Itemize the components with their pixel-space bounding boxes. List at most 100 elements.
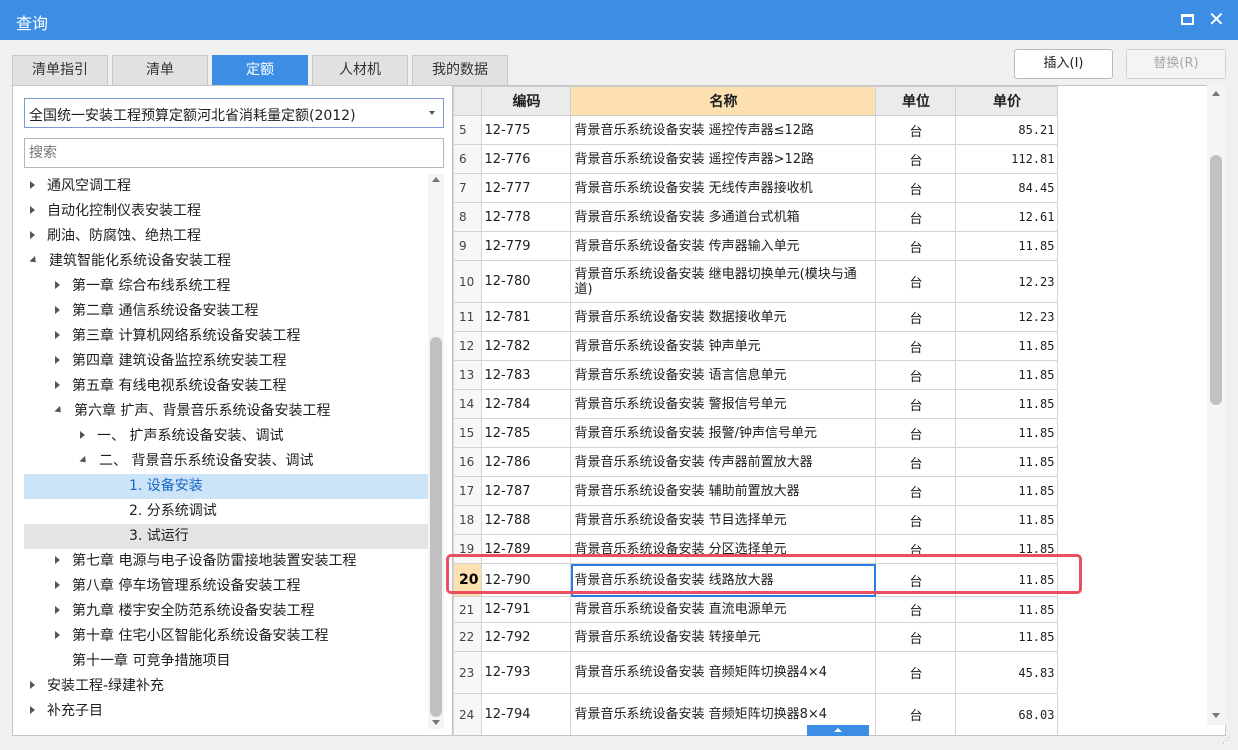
table-row[interactable]: 13 12-783 背景音乐系统设备安装 语言信息单元台 11.85 <box>453 360 1059 390</box>
tree-item[interactable]: 一、 扩声系统设备安装、调试 <box>80 424 283 449</box>
tree-item[interactable]: 第九章 楼宇安全防范系统设备安装工程 <box>55 599 314 624</box>
collapse-arrow-icon[interactable] <box>29 255 39 265</box>
tree-item-selected[interactable]: 1. 设备安装 <box>24 474 428 499</box>
tree-item[interactable]: 刷油、防腐蚀、绝热工程 <box>30 224 201 249</box>
tree-item[interactable]: 3. 试运行 <box>24 524 428 549</box>
tree-item[interactable]: 第七章 电源与电子设备防雷接地装置安装工程 <box>55 549 356 574</box>
unit-cell: 台 <box>875 651 957 694</box>
quota-library-select[interactable]: 全国统一安装工程预算定额河北省消耗量定额(2012) <box>24 98 444 128</box>
maximize-icon[interactable] <box>1181 14 1194 25</box>
table-row[interactable]: 8 12-778 背景音乐系统设备安装 多通道台式机箱台 12.61 <box>453 202 1059 232</box>
expand-arrow-icon[interactable] <box>55 606 60 614</box>
scroll-up-icon[interactable] <box>432 177 440 182</box>
table-row[interactable]: 22 12-792 背景音乐系统设备安装 转接单元台 11.85 <box>453 622 1059 652</box>
tree-item[interactable]: 第五章 有线电视系统设备安装工程 <box>55 374 286 399</box>
collapse-arrow-icon[interactable] <box>79 455 89 465</box>
row-number: 10 <box>453 260 483 303</box>
tree-item[interactable]: 第六章 扩声、背景音乐系统设备安装工程 <box>54 399 330 424</box>
table-row[interactable]: 16 12-786 背景音乐系统设备安装 传声器前置放大器台 11.85 <box>453 447 1059 477</box>
table-row[interactable]: 10 12-780 背景音乐系统设备安装 继电器切换单元(模块与通道) 台 12.23 <box>453 260 1059 303</box>
table-row[interactable]: 9 12-779 背景音乐系统设备安装 传声器输入单元台 11.85 <box>453 231 1059 261</box>
expand-arrow-icon[interactable] <box>55 306 60 314</box>
replace-button[interactable]: 替换(R) <box>1126 49 1226 79</box>
expand-arrow-icon[interactable] <box>55 631 60 639</box>
tree-item[interactable]: 第十一章 可竞争措施项目 <box>55 649 230 674</box>
table-row[interactable]: 14 12-784 背景音乐系统设备安装 警报信号单元台 11.85 <box>453 389 1059 419</box>
insert-button[interactable]: 插入(I) <box>1014 49 1113 79</box>
table-row[interactable]: 18 12-788 背景音乐系统设备安装 节目选择单元台 11.85 <box>453 505 1059 535</box>
header-unit[interactable]: 单位 <box>875 86 957 116</box>
expand-arrow-icon[interactable] <box>30 206 35 214</box>
tree-item[interactable]: 2. 分系统调试 <box>129 499 217 524</box>
unit-cell: 台 <box>875 115 957 145</box>
table-row[interactable]: 23 12-793 背景音乐系统设备安装 音频矩阵切换器4×4 台 45.83 <box>453 651 1059 694</box>
table-row[interactable]: 19 12-789 背景音乐系统设备安装 分区选择单元台 11.85 <box>453 534 1059 564</box>
expand-panel-handle[interactable] <box>807 725 869 736</box>
scroll-down-icon[interactable] <box>432 720 440 725</box>
tree-item[interactable]: 安装工程-绿建补充 <box>30 674 164 699</box>
table-row[interactable]: 11 12-781 背景音乐系统设备安装 数据接收单元台 12.23 <box>453 302 1059 332</box>
table-row[interactable]: 12 12-782 背景音乐系统设备安装 钟声单元台 11.85 <box>453 331 1059 361</box>
expand-arrow-icon[interactable] <box>30 231 35 239</box>
table-row[interactable]: 21 12-791 背景音乐系统设备安装 直流电源单元台 11.85 <box>453 596 1059 623</box>
chevron-up-icon <box>834 728 842 732</box>
code-cell: 12-775 <box>481 115 572 145</box>
tab-labor-material-machine[interactable]: 人材机 <box>312 55 408 85</box>
scroll-down-icon[interactable] <box>1212 713 1220 718</box>
table-row[interactable]: 17 12-787 背景音乐系统设备安装 辅助前置放大器台 11.85 <box>453 476 1059 506</box>
tree-item[interactable]: 补充子目 <box>30 699 103 724</box>
unit-cell: 台 <box>875 144 957 174</box>
header-name[interactable]: 名称 <box>570 86 877 116</box>
expand-arrow-icon[interactable] <box>30 181 35 189</box>
resize-grip-icon[interactable]: ⋰ <box>1222 736 1230 745</box>
tab-quota[interactable]: 定额 <box>212 55 308 85</box>
expand-arrow-icon[interactable] <box>55 281 60 289</box>
tree-item[interactable]: 第十章 住宅小区智能化系统设备安装工程 <box>55 624 328 649</box>
search-input[interactable] <box>24 138 444 168</box>
expand-arrow-icon[interactable] <box>55 556 60 564</box>
scrollbar-thumb[interactable] <box>430 337 442 717</box>
expand-arrow-icon[interactable] <box>55 331 60 339</box>
row-number: 21 <box>453 596 483 623</box>
unit-cell: 台 <box>875 302 957 332</box>
price-cell: 11.85 <box>955 360 1059 390</box>
table-row[interactable]: 5 12-775 背景音乐系统设备安装 遥控传声器≤12路台 85.21 <box>453 115 1059 145</box>
tree-item[interactable]: 第二章 通信系统设备安装工程 <box>55 299 258 324</box>
header-price[interactable]: 单价 <box>955 86 1059 116</box>
close-icon[interactable]: ✕ <box>1208 7 1225 31</box>
scroll-up-icon[interactable] <box>1212 91 1220 96</box>
tree-item[interactable]: 建筑智能化系统设备安装工程 <box>29 249 231 274</box>
scrollbar-thumb[interactable] <box>1210 155 1222 405</box>
tab-bill[interactable]: 清单 <box>112 55 208 85</box>
tree-scrollbar[interactable] <box>428 174 444 729</box>
tree-item[interactable]: 第三章 计算机网络系统设备安装工程 <box>55 324 300 349</box>
table-row-selected[interactable]: 20 12-790 背景音乐系统设备安装 线路放大器台 11.85 <box>453 563 1059 597</box>
table-row[interactable]: 6 12-776 背景音乐系统设备安装 遥控传声器>12路台 112.81 <box>453 144 1059 174</box>
tree-item[interactable]: 自动化控制仪表安装工程 <box>30 199 201 224</box>
window-title: 查询 <box>16 14 49 33</box>
table-row[interactable]: 15 12-785 背景音乐系统设备安装 报警/钟声信号单元台 11.85 <box>453 418 1059 448</box>
tab-my-data[interactable]: 我的数据 <box>412 55 508 85</box>
expand-arrow-icon[interactable] <box>30 706 35 714</box>
expand-arrow-icon[interactable] <box>80 431 85 439</box>
row-number: 20 <box>453 563 483 597</box>
table-row[interactable]: 24 12-794 背景音乐系统设备安装 音频矩阵切换器8×4 台 68.03 <box>453 693 1059 735</box>
tab-bill-guide[interactable]: 清单指引 <box>12 55 108 85</box>
expand-arrow-icon[interactable] <box>55 381 60 389</box>
tree-item[interactable]: 二、 背景音乐系统设备安装、调试 <box>79 449 313 474</box>
table-row[interactable]: 7 12-777 背景音乐系统设备安装 无线传声器接收机台 84.45 <box>453 173 1059 203</box>
name-cell: 背景音乐系统设备安装 转接单元 <box>570 622 877 652</box>
header-code[interactable]: 编码 <box>481 86 572 116</box>
row-number: 6 <box>453 144 483 174</box>
tree-item[interactable]: 第八章 停车场管理系统设备安装工程 <box>55 574 300 599</box>
expand-arrow-icon[interactable] <box>55 356 60 364</box>
tree-item[interactable]: 第四章 建筑设备监控系统安装工程 <box>55 349 286 374</box>
tree-item[interactable]: 第一章 综合布线系统工程 <box>55 274 230 299</box>
tree-item[interactable]: 通风空调工程 <box>30 174 131 199</box>
expand-arrow-icon[interactable] <box>30 681 35 689</box>
table-scrollbar[interactable] <box>1207 85 1226 725</box>
name-cell: 背景音乐系统设备安装 无线传声器接收机 <box>570 173 877 203</box>
expand-arrow-icon[interactable] <box>55 581 60 589</box>
row-number: 8 <box>453 202 483 232</box>
collapse-arrow-icon[interactable] <box>54 405 64 415</box>
